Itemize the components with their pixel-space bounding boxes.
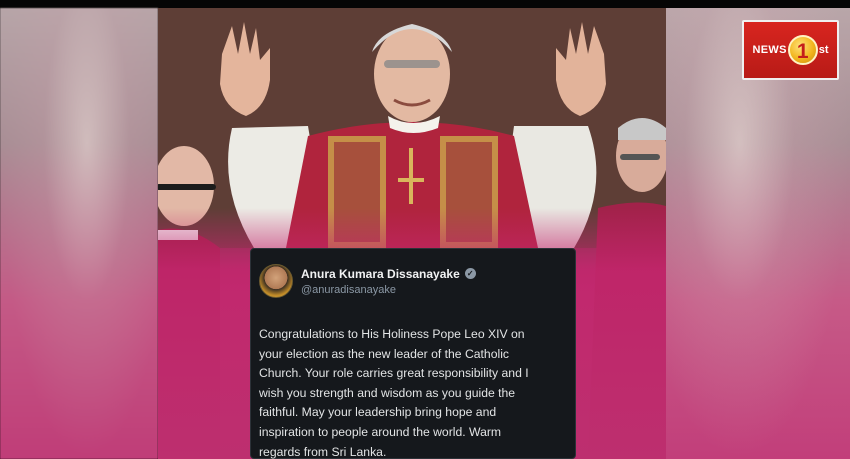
verified-badge-icon: ✓ <box>464 268 476 279</box>
logo-text-news: NEWS <box>752 44 787 56</box>
profile-avatar <box>259 264 293 298</box>
author-display-name: Anura Kumara Dissanayake <box>301 266 460 281</box>
logo-number-one: 1 <box>787 35 818 65</box>
top-letterbox <box>0 0 850 8</box>
news1st-logo: NEWS 1 st <box>742 20 839 80</box>
tweet-card: Anura Kumara Dissanayake ✓ @anuradisanay… <box>250 248 576 459</box>
blurred-background-left <box>0 8 158 459</box>
logo-text-st: st <box>818 44 829 56</box>
tweet-author: Anura Kumara Dissanayake ✓ @anuradisanay… <box>301 267 476 296</box>
tweet-header: Anura Kumara Dissanayake ✓ @anuradisanay… <box>259 261 565 301</box>
tweet-text: Congratulations to His Holiness Pope Leo… <box>259 327 529 459</box>
name-row: Anura Kumara Dissanayake ✓ <box>301 267 476 281</box>
author-handle: @anuradisanayake <box>301 283 396 296</box>
